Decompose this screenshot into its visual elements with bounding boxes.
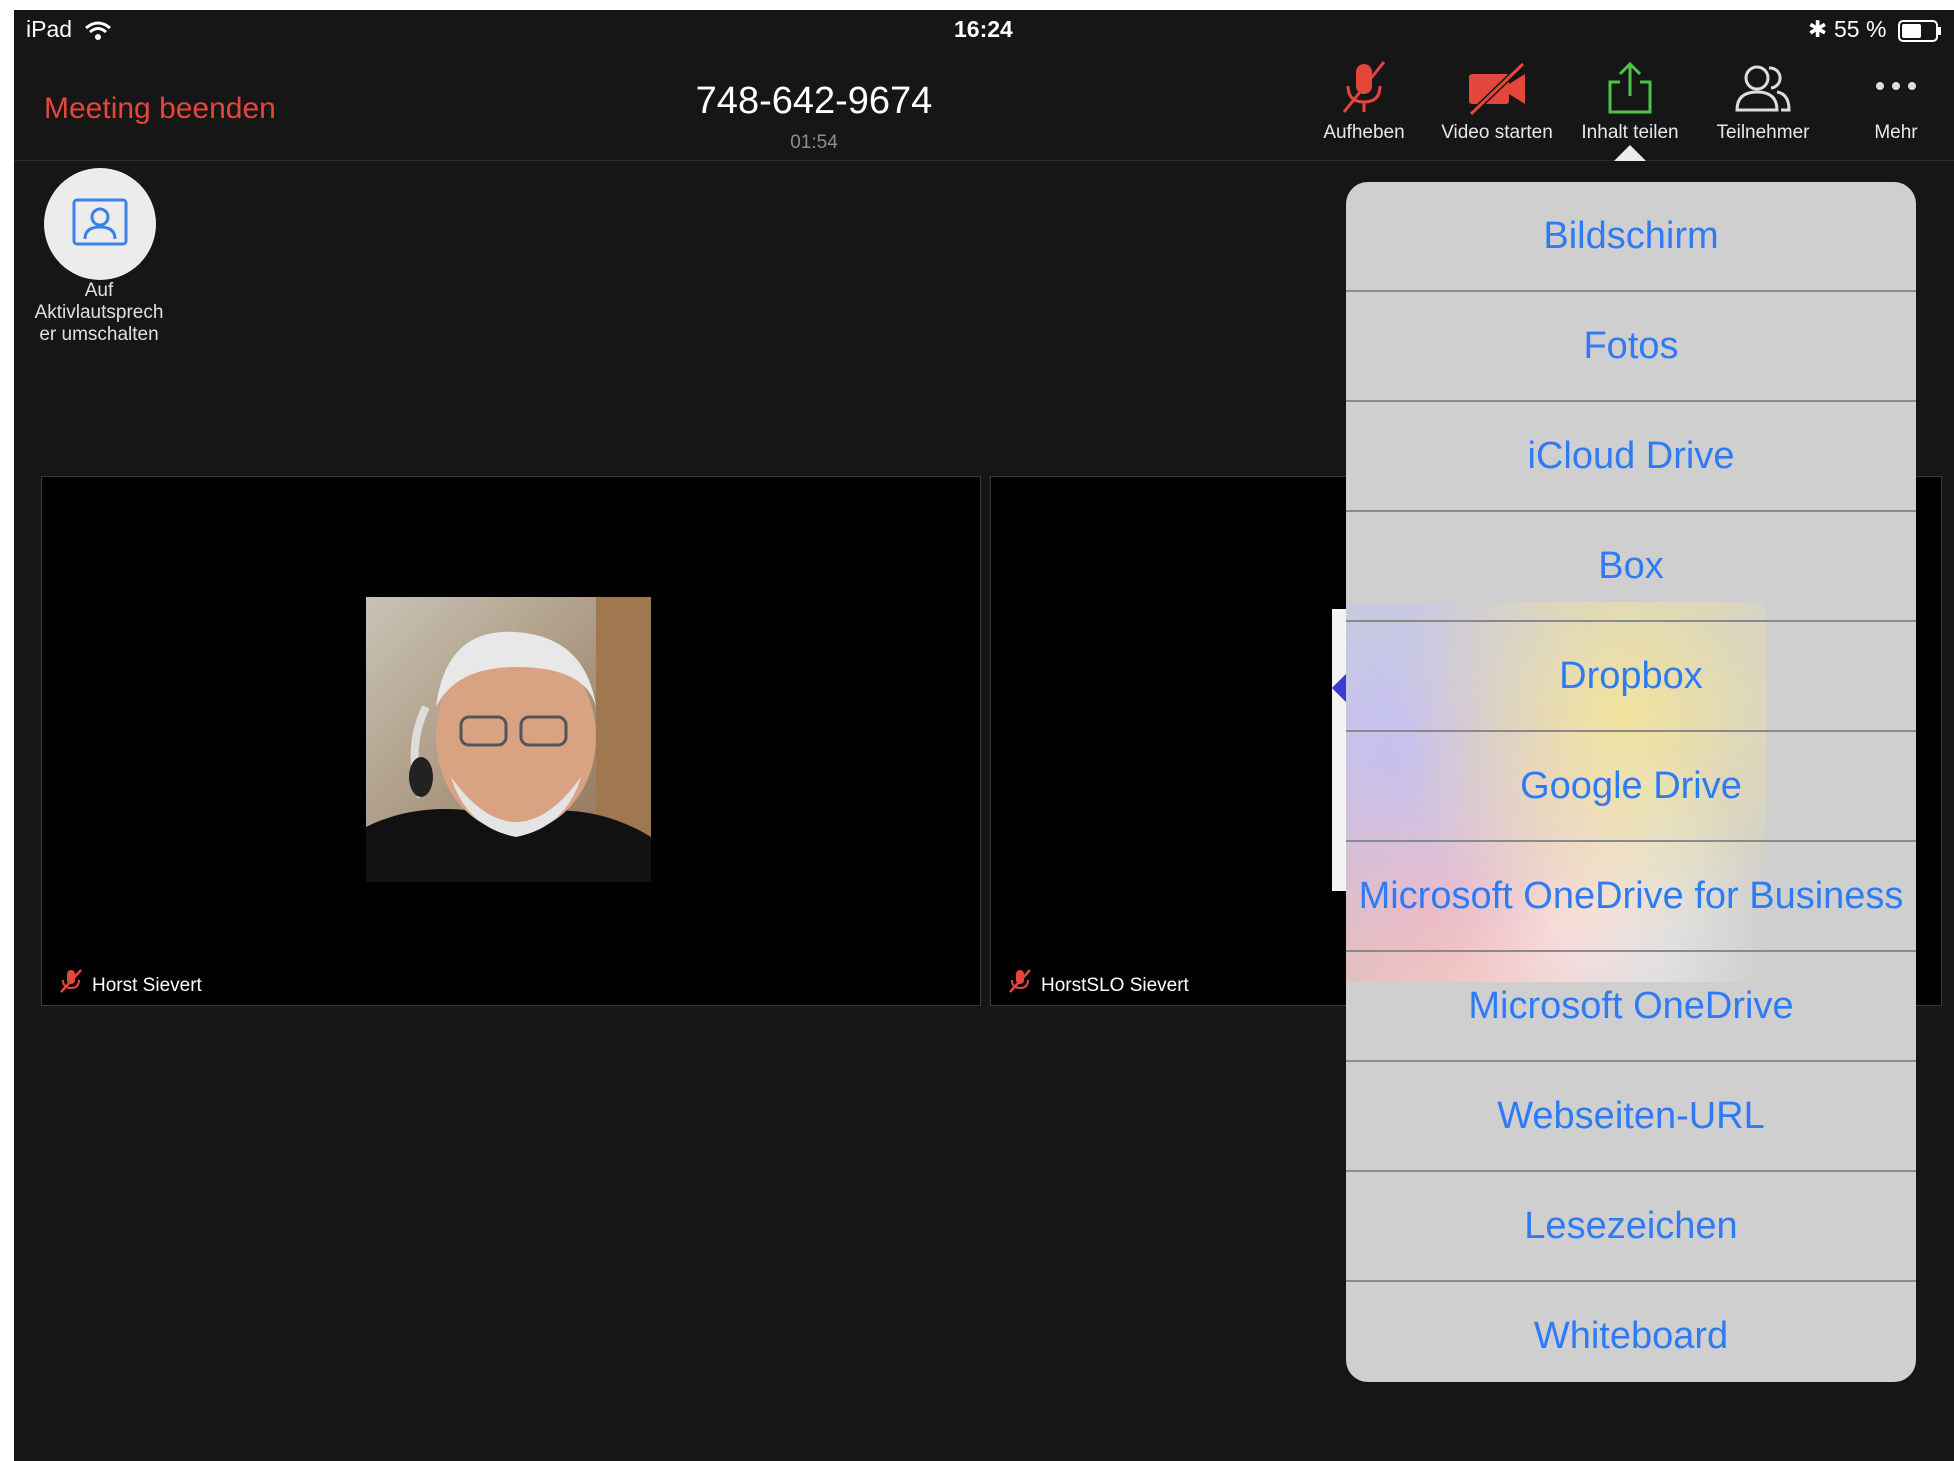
share-content-button[interactable]: Inhalt teilen	[1565, 60, 1695, 144]
share-option-onedrive[interactable]: Microsoft OneDrive	[1346, 952, 1916, 1062]
share-option-screen[interactable]: Bildschirm	[1346, 182, 1916, 292]
participant-photo	[366, 597, 651, 882]
participants-icon	[1735, 65, 1791, 112]
share-option-bookmarks[interactable]: Lesezeichen	[1346, 1172, 1916, 1282]
popover-caret	[1614, 145, 1646, 161]
meeting-timer: 01:54	[790, 132, 838, 153]
participants-label: Teilnehmer	[1716, 122, 1810, 143]
meeting-toolbar: Meeting beenden 748-642-9674 01:54 Aufhe…	[14, 50, 1954, 161]
unmute-button[interactable]: Aufheben	[1299, 60, 1429, 144]
switch-to-active-speaker-label: Auf Aktivlautsprech er umschalten	[34, 280, 164, 345]
zoom-meeting-screen: iPad 16:24 ✱ 55 % Meeting beenden 748-64…	[14, 10, 1954, 1461]
bluetooth-icon: ✱	[1808, 16, 1828, 42]
more-button[interactable]: Mehr	[1831, 60, 1954, 144]
end-meeting-button[interactable]: Meeting beenden	[44, 92, 276, 126]
unmute-label: Aufheben	[1323, 122, 1405, 143]
start-video-button[interactable]: Video starten	[1432, 60, 1562, 144]
share-content-label: Inhalt teilen	[1581, 122, 1679, 143]
muted-mic-icon	[1007, 968, 1033, 999]
more-dots-icon	[1876, 82, 1916, 90]
participants-button[interactable]: Teilnehmer	[1698, 60, 1828, 144]
switch-to-active-speaker-button[interactable]	[44, 168, 156, 280]
meeting-id: 748-642-9674	[695, 80, 933, 122]
battery-icon	[1898, 20, 1942, 48]
device-name: iPad	[26, 16, 73, 42]
battery-level: 55 %	[1834, 16, 1887, 42]
active-speaker-icon	[72, 198, 128, 246]
share-option-dropbox[interactable]: Dropbox	[1346, 622, 1916, 732]
participant-name: HorstSLO Sievert	[1041, 975, 1189, 996]
muted-mic-icon	[1342, 61, 1386, 113]
clock: 16:24	[954, 16, 1013, 42]
wifi-icon	[84, 20, 112, 47]
participant-name: Horst Sievert	[92, 975, 202, 996]
share-option-google-drive[interactable]: Google Drive	[1346, 732, 1916, 842]
start-video-label: Video starten	[1441, 122, 1553, 143]
share-option-box[interactable]: Box	[1346, 512, 1916, 622]
share-content-icon	[1608, 61, 1652, 114]
share-option-whiteboard[interactable]: Whiteboard	[1346, 1282, 1916, 1382]
muted-mic-icon	[58, 968, 84, 999]
share-content-menu: Bildschirm Fotos iCloud Drive Box Dropbo…	[1346, 182, 1916, 1382]
share-option-onedrive-business[interactable]: Microsoft OneDrive for Business	[1346, 842, 1916, 952]
share-option-photos[interactable]: Fotos	[1346, 292, 1916, 402]
share-option-icloud-drive[interactable]: iCloud Drive	[1346, 402, 1916, 512]
share-option-website-url[interactable]: Webseiten-URL	[1346, 1062, 1916, 1172]
video-tile[interactable]: Horst Sievert	[41, 476, 981, 1006]
more-label: Mehr	[1874, 122, 1918, 143]
video-off-icon	[1468, 61, 1526, 116]
